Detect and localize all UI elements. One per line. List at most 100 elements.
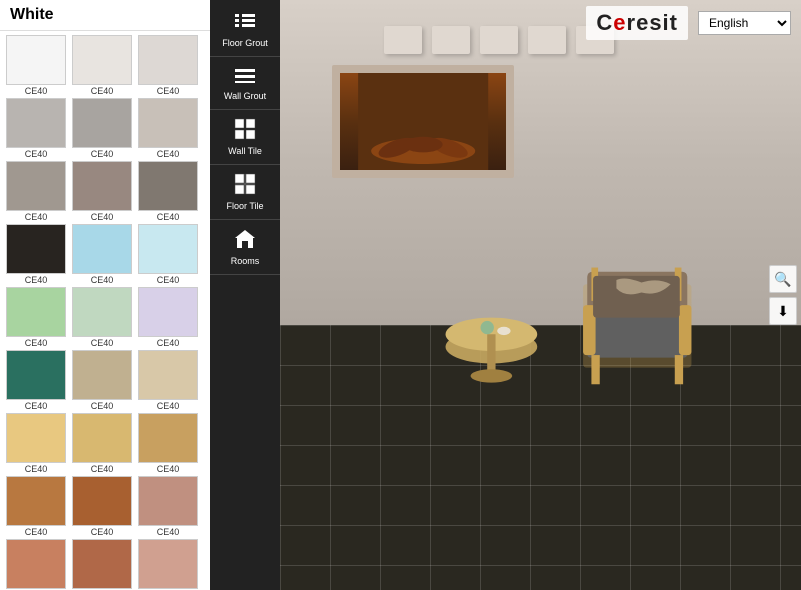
tile-label-20: CE40 [157, 464, 180, 474]
tile-color-26 [138, 539, 198, 589]
toolbar-label-wall-grout: Wall Grout [224, 91, 266, 101]
tile-label-3: CE40 [25, 149, 48, 159]
tile-label-17: CE40 [157, 401, 180, 411]
tile-color-12 [6, 287, 66, 337]
tile-item-3[interactable]: CE40 [4, 98, 68, 159]
tile-item-8[interactable]: CE40 [136, 161, 200, 222]
toolbar-item-wall-tile[interactable]: Wall Tile [210, 110, 280, 165]
tile-label-15: CE40 [25, 401, 48, 411]
floor-grout-icon [233, 12, 257, 32]
shelf-box-1 [384, 26, 422, 54]
tile-item-1[interactable]: CE40 [70, 35, 134, 96]
panel-title: White [0, 0, 210, 31]
tile-item-20[interactable]: CE40 [136, 413, 200, 474]
toolbar-item-floor-tile[interactable]: Floor Tile [210, 165, 280, 220]
tile-item-25[interactable]: CE40 [70, 539, 134, 590]
tile-item-10[interactable]: CE40 [70, 224, 134, 285]
tile-label-13: CE40 [91, 338, 114, 348]
tile-item-24[interactable]: CE40 [4, 539, 68, 590]
wall-tile-icon [234, 118, 256, 140]
tile-label-4: CE40 [91, 149, 114, 159]
tile-item-22[interactable]: CE40 [70, 476, 134, 537]
tile-item-17[interactable]: CE40 [136, 350, 200, 411]
logo-text: Ceresit [596, 10, 678, 35]
tile-label-7: CE40 [91, 212, 114, 222]
shelf-box-3 [480, 26, 518, 54]
scene-background [280, 0, 801, 590]
shelf-box-2 [432, 26, 470, 54]
tile-item-5[interactable]: CE40 [136, 98, 200, 159]
tile-label-11: CE40 [157, 275, 180, 285]
tile-color-14 [138, 287, 198, 337]
main-viewport: Ceresit EnglishDeutschFrançaisEspañolPol… [280, 0, 801, 590]
toolbar-item-wall-grout[interactable]: Wall Grout [210, 57, 280, 110]
tile-item-15[interactable]: CE40 [4, 350, 68, 411]
zoom-in-icon: 🔍 [774, 271, 791, 288]
download-button[interactable]: ⬇ [769, 297, 797, 325]
tile-item-12[interactable]: CE40 [4, 287, 68, 348]
tile-color-7 [72, 161, 132, 211]
tile-color-19 [72, 413, 132, 463]
tile-label-8: CE40 [157, 212, 180, 222]
rooms-icon [233, 228, 257, 250]
tile-label-23: CE40 [157, 527, 180, 537]
tile-item-4[interactable]: CE40 [70, 98, 134, 159]
toolbar-label-rooms: Rooms [231, 256, 260, 266]
toolbar-label-floor-tile: Floor Tile [226, 201, 263, 211]
tile-grid-wrapper[interactable]: CE40 CE40 CE40 CE40 CE40 CE40 CE40 CE40 … [0, 31, 210, 590]
tile-label-22: CE40 [91, 527, 114, 537]
tile-item-21[interactable]: CE40 [4, 476, 68, 537]
toolbar-item-floor-grout[interactable]: Floor Grout [210, 4, 280, 57]
tile-item-11[interactable]: CE40 [136, 224, 200, 285]
toolbar-icon-floor-tile [234, 173, 256, 199]
tile-color-1 [72, 35, 132, 85]
tile-item-23[interactable]: CE40 [136, 476, 200, 537]
tile-item-13[interactable]: CE40 [70, 287, 134, 348]
tile-label-14: CE40 [157, 338, 180, 348]
tile-color-10 [72, 224, 132, 274]
right-mini-toolbar: 🔍 ⬇ [765, 261, 801, 329]
tile-color-16 [72, 350, 132, 400]
left-panel: White CE40 CE40 CE40 CE40 CE40 CE40 CE40… [0, 0, 210, 590]
tile-item-19[interactable]: CE40 [70, 413, 134, 474]
tile-item-2[interactable]: CE40 [136, 35, 200, 96]
tile-color-22 [72, 476, 132, 526]
toolbar-icon-floor-grout [233, 12, 257, 36]
tile-color-23 [138, 476, 198, 526]
tile-color-2 [138, 35, 198, 85]
tile-item-16[interactable]: CE40 [70, 350, 134, 411]
top-bar: Ceresit EnglishDeutschFrançaisEspañolPol… [576, 0, 801, 46]
tile-color-15 [6, 350, 66, 400]
tile-color-25 [72, 539, 132, 589]
fireplace [332, 65, 514, 179]
tile-item-7[interactable]: CE40 [70, 161, 134, 222]
shelf-box-4 [528, 26, 566, 54]
tile-label-5: CE40 [157, 149, 180, 159]
tile-color-18 [6, 413, 66, 463]
tile-label-9: CE40 [25, 275, 48, 285]
wall-grout-icon [233, 65, 257, 85]
tile-label-16: CE40 [91, 401, 114, 411]
toolbar-icon-rooms [233, 228, 257, 254]
floor-tile-icon [234, 173, 256, 195]
language-select[interactable]: EnglishDeutschFrançaisEspañolPolski [698, 11, 791, 35]
tile-color-5 [138, 98, 198, 148]
toolbar-label-floor-grout: Floor Grout [222, 38, 268, 48]
tile-label-0: CE40 [25, 86, 48, 96]
tile-item-6[interactable]: CE40 [4, 161, 68, 222]
logo-area: Ceresit [586, 6, 688, 40]
tile-label-18: CE40 [25, 464, 48, 474]
tile-item-18[interactable]: CE40 [4, 413, 68, 474]
tile-color-11 [138, 224, 198, 274]
zoom-in-button[interactable]: 🔍 [769, 265, 797, 293]
tile-item-9[interactable]: CE40 [4, 224, 68, 285]
tile-color-24 [6, 539, 66, 589]
tile-item-0[interactable]: CE40 [4, 35, 68, 96]
tile-color-8 [138, 161, 198, 211]
tile-label-2: CE40 [157, 86, 180, 96]
tile-item-26[interactable]: CE40 [136, 539, 200, 590]
tile-color-0 [6, 35, 66, 85]
download-icon: ⬇ [777, 303, 789, 320]
toolbar-item-rooms[interactable]: Rooms [210, 220, 280, 275]
tile-item-14[interactable]: CE40 [136, 287, 200, 348]
